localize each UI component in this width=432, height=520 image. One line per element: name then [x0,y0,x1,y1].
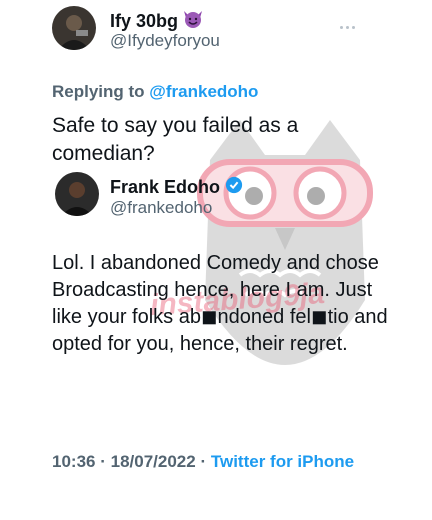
tweet-time[interactable]: 10:36 [52,452,95,471]
tweet-meta: 10:36 · 18/07/2022 · Twitter for iPhone [52,450,382,473]
author-name-text: Frank Edoho [110,177,221,197]
avatar[interactable] [55,172,99,216]
quoted-author-handle[interactable]: @Ifydeyforyou [110,31,220,51]
tweet-author-handle[interactable]: @frankedoho [110,198,212,218]
tweet-date[interactable]: 18/07/2022 [111,452,196,471]
author-name-text: Ify 30bg [110,11,179,31]
avatar[interactable] [52,6,96,50]
tweet-source[interactable]: Twitter for iPhone [211,452,354,471]
replying-mention-link[interactable]: @frankedoho [149,82,258,101]
tweet-text: Lol. I abandoned Comedy and chose Broadc… [52,252,388,355]
quoted-tweet-text: Safe to say you failed as a comedian? [52,114,299,165]
replying-to: Replying to @frankedoho [52,82,258,102]
separator: · [100,452,106,471]
verified-badge-icon [225,176,243,199]
tweet-author-name[interactable]: Frank Edoho [110,176,243,199]
replying-prefix: Replying to [52,82,145,101]
separator: · [200,452,207,471]
more-icon[interactable] [340,26,355,29]
